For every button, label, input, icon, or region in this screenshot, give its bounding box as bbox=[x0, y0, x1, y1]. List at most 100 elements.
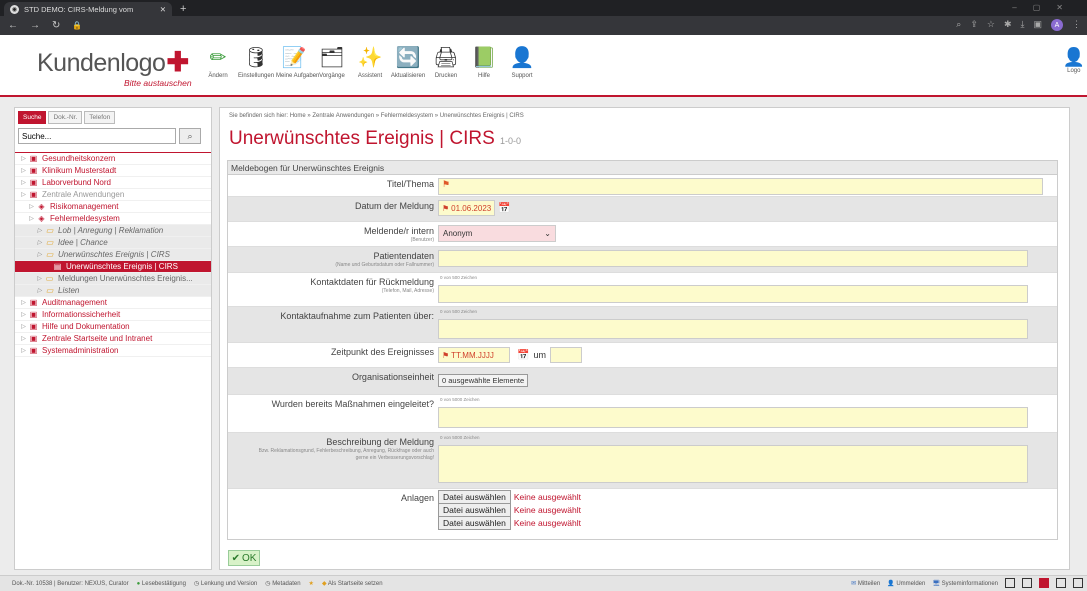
window-controls[interactable]: –▢✕ bbox=[1012, 3, 1079, 12]
status-label: Systeminformationen bbox=[941, 580, 998, 587]
forward-icon[interactable]: → bbox=[30, 20, 40, 31]
tree-item[interactable]: ▷ ▣ Laborverbund Nord bbox=[15, 177, 211, 189]
kontakt-textarea[interactable] bbox=[438, 285, 1028, 303]
layout-toggle[interactable] bbox=[1005, 578, 1015, 588]
tool-support[interactable]: 👤 Support bbox=[504, 43, 540, 79]
tree-expand-icon[interactable]: ▷ bbox=[19, 179, 28, 186]
status-startseite[interactable]: ◆ Als Startseite setzen bbox=[322, 580, 383, 587]
tab-suche[interactable]: Suche bbox=[18, 111, 47, 124]
tree-item[interactable]: ▷ ▭ Lob | Anregung | Reklamation bbox=[15, 225, 211, 237]
status-metadaten[interactable]: ◷ Metadaten bbox=[265, 580, 300, 587]
org-select-button[interactable]: 0 ausgewählte Elemente bbox=[438, 374, 529, 387]
back-icon[interactable]: ← bbox=[8, 20, 18, 31]
tool-aendern[interactable]: ✏ Ändern bbox=[200, 43, 236, 79]
tree-expand-icon[interactable]: ▷ bbox=[19, 191, 28, 198]
star-icon[interactable]: ☆ bbox=[987, 19, 995, 31]
tree-item[interactable]: ▷ ▣ Zentrale Startseite und Intranet bbox=[15, 333, 211, 345]
status-mitteilen[interactable]: ✉ Mitteilen bbox=[851, 580, 880, 587]
tree-expand-icon[interactable]: ▷ bbox=[27, 203, 36, 210]
tree-expand-icon[interactable]: ▷ bbox=[19, 335, 28, 342]
calendar-icon[interactable]: 📅 bbox=[498, 203, 510, 214]
url-lock-icon[interactable]: 🔒 bbox=[72, 21, 82, 30]
datum-input[interactable]: ⚑ 01.06.2023 bbox=[438, 200, 496, 216]
tree-expand-icon[interactable]: ▷ bbox=[35, 275, 44, 282]
layout-toggle[interactable] bbox=[1073, 578, 1083, 588]
status-ummelden[interactable]: 👤 Ummelden bbox=[887, 580, 925, 587]
file-button[interactable]: Datei auswählen bbox=[438, 490, 511, 504]
kontaktaufnahme-textarea[interactable] bbox=[438, 319, 1028, 339]
search-input[interactable] bbox=[18, 128, 176, 144]
beschreibung-textarea[interactable] bbox=[438, 445, 1028, 483]
tree-item[interactable]: ▷ ▭ Listen bbox=[15, 285, 211, 297]
tree-item[interactable]: ▷ ▣ Klinikum Musterstadt bbox=[15, 165, 211, 177]
tree-expand-icon[interactable]: ▷ bbox=[19, 323, 28, 330]
profile-avatar[interactable]: A bbox=[1051, 19, 1063, 31]
tree-expand-icon[interactable]: ▷ bbox=[19, 347, 28, 354]
new-tab-button[interactable]: + bbox=[180, 3, 186, 15]
tree-item[interactable]: ▷ ▭ Meldungen Unerwünschtes Ereignis... bbox=[15, 273, 211, 285]
tree-item[interactable]: ▷ ▣ Auditmanagement bbox=[15, 297, 211, 309]
tree-expand-icon[interactable]: ▷ bbox=[19, 311, 28, 318]
zoom-icon[interactable]: ⌕ bbox=[956, 19, 961, 31]
tree-expand-icon[interactable]: ▷ bbox=[19, 167, 28, 174]
tree-item[interactable]: ▤ Unerwünschtes Ereignis | CIRS bbox=[15, 261, 211, 273]
tree-item[interactable]: ▷ ◈ Risikomanagement bbox=[15, 201, 211, 213]
search-icon: ⌕ bbox=[187, 130, 193, 141]
status-lenkung[interactable]: ◷ Lenkung und Version bbox=[194, 580, 257, 587]
tool-aufgaben[interactable]: 📝 Meine Aufgaben bbox=[276, 43, 319, 79]
zeitpunkt-input[interactable]: ⚑ TT.MM.JJJJ bbox=[438, 347, 510, 363]
tree-expand-icon[interactable]: ▷ bbox=[35, 227, 44, 234]
reload-icon[interactable]: ↻ bbox=[52, 20, 60, 31]
logout-button[interactable]: 👤 Logo bbox=[1063, 47, 1085, 74]
tool-hilfe[interactable]: 📗 Hilfe bbox=[466, 43, 502, 79]
tree-expand-icon[interactable]: ▷ bbox=[19, 299, 28, 306]
tab-doknr[interactable]: Dok.-Nr. bbox=[48, 111, 83, 124]
tree-item[interactable]: ▷ ◈ Fehlermeldesystem bbox=[15, 213, 211, 225]
tree-item[interactable]: ▷ ▣ Hilfe und Dokumentation bbox=[15, 321, 211, 333]
menu-icon[interactable]: ⋮ bbox=[1072, 19, 1081, 31]
ok-button[interactable]: ✔ OK bbox=[228, 550, 260, 566]
tool-vorgaenge[interactable]: 🗂 Vorgänge bbox=[314, 43, 350, 79]
meldende-select[interactable]: Anonym ⌄ bbox=[438, 225, 556, 242]
tree-item[interactable]: ▷ ▣ Informationssicherheit bbox=[15, 309, 211, 321]
massnahmen-textarea[interactable] bbox=[438, 407, 1028, 428]
tree-item[interactable]: ▷ ▭ Idee | Chance bbox=[15, 237, 211, 249]
tree-expand-icon[interactable]: ▷ bbox=[19, 155, 28, 162]
status-systeminfo[interactable]: 🖥 Systeminformationen bbox=[932, 580, 998, 587]
tool-label: Assistent bbox=[357, 73, 383, 79]
close-tab-icon[interactable]: ✕ bbox=[160, 5, 166, 14]
status-star[interactable]: ★ bbox=[309, 580, 314, 587]
layout-toggle[interactable] bbox=[1022, 578, 1032, 588]
patient-input[interactable] bbox=[438, 250, 1028, 267]
tool-aktualisieren[interactable]: 🔄 Aktualisieren bbox=[390, 43, 426, 79]
time-input[interactable] bbox=[549, 347, 582, 363]
tree-item[interactable]: ▷ ▣ Systemadministration bbox=[15, 345, 211, 357]
status-lesebestaetigung[interactable]: ● Lesebestätigung bbox=[137, 581, 186, 587]
layout-toggle[interactable] bbox=[1056, 578, 1066, 588]
tree-item[interactable]: ▷ ▭ Unerwünschtes Ereignis | CIRS bbox=[15, 249, 211, 261]
calendar-icon[interactable]: 📅 bbox=[517, 350, 529, 361]
tree-expand-icon[interactable]: ▷ bbox=[27, 215, 36, 222]
tab-telefon[interactable]: Telefon bbox=[84, 111, 116, 124]
titel-input[interactable]: ⚑ bbox=[438, 178, 1043, 195]
val-kontaktaufnahme: 0 von 500 Zeichen bbox=[438, 307, 1057, 342]
tool-assistent[interactable]: ✨ Assistent bbox=[352, 43, 388, 79]
tree-folder-icon: ▣ bbox=[29, 166, 38, 175]
tree-expand-icon[interactable]: ▷ bbox=[35, 251, 44, 258]
file-button[interactable]: Datei auswählen bbox=[438, 503, 511, 517]
download-icon[interactable]: ⤓ bbox=[1021, 19, 1025, 31]
tool-drucken[interactable]: 🖨 Drucken bbox=[428, 43, 464, 79]
layout-toggle[interactable] bbox=[1039, 578, 1049, 588]
tree-item[interactable]: ▷ ▣ Gesundheitskonzern bbox=[15, 153, 211, 165]
tree-expand-icon[interactable]: ▷ bbox=[35, 239, 44, 246]
tree-folder-icon: ▭ bbox=[45, 226, 54, 235]
file-button[interactable]: Datei auswählen bbox=[438, 516, 511, 530]
tree-expand-icon[interactable]: ▷ bbox=[35, 287, 44, 294]
browser-tab[interactable]: ◉ STD DEMO: CIRS-Meldung vom ✕ bbox=[4, 2, 172, 16]
tree-item[interactable]: ▷ ▣ Zentrale Anwendungen bbox=[15, 189, 211, 201]
share-icon[interactable]: ⇪ bbox=[970, 19, 978, 31]
sidepanel-icon[interactable]: ▣ bbox=[1033, 19, 1042, 31]
extension-icon[interactable]: ✱ bbox=[1004, 19, 1012, 31]
search-button[interactable]: ⌕ bbox=[179, 128, 201, 144]
tool-einstellungen[interactable]: 🛢 Einstellungen bbox=[238, 43, 274, 79]
